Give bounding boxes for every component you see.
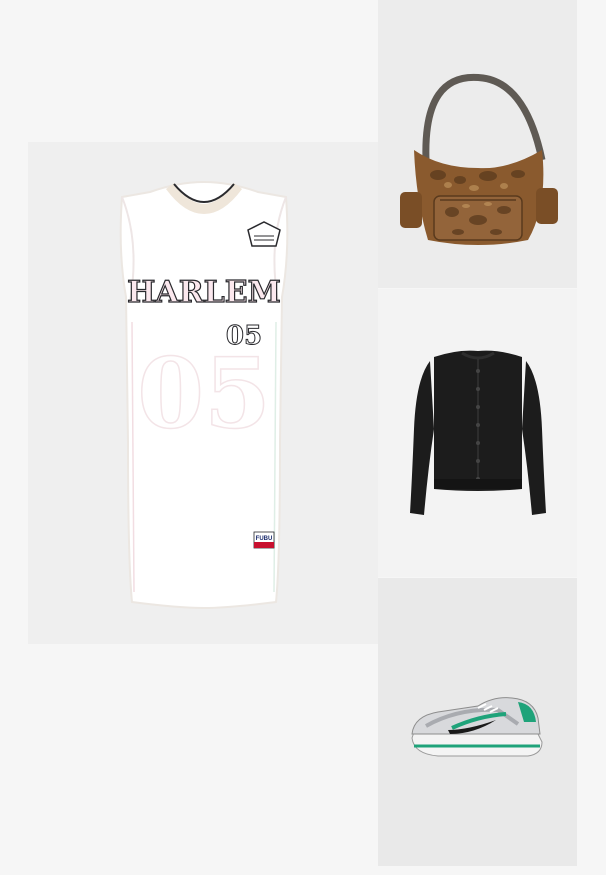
brand-label-text: FUBU [256, 536, 273, 542]
product-tile-jersey-dress[interactable]: HARLEM 05 05 FUBU [28, 142, 378, 644]
product-tile-shoulder-bag[interactable] [378, 0, 577, 288]
brand-label: FUBU [253, 531, 275, 549]
jersey-back-number: 05 [137, 337, 271, 450]
sneaker-image [411, 697, 543, 757]
jersey-team-name: HARLEM [127, 275, 281, 310]
shoulder-bag-image [400, 73, 558, 245]
cardigan-image [410, 350, 546, 515]
product-tile-cardigan[interactable] [378, 289, 577, 577]
product-tile-sneaker[interactable] [378, 578, 577, 866]
jersey-dress-image: HARLEM 05 05 FUBU [119, 180, 289, 610]
